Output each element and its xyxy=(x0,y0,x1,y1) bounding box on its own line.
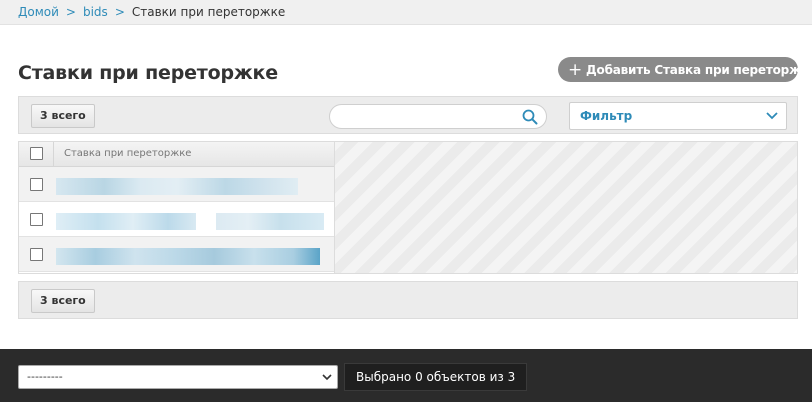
add-bid-button[interactable]: + Добавить Ставка при переторжке xyxy=(558,57,812,82)
select-all-checkbox[interactable] xyxy=(30,147,43,160)
table-row[interactable] xyxy=(19,237,334,272)
search-field[interactable] xyxy=(329,104,547,129)
row-checkbox[interactable] xyxy=(30,213,43,226)
page-title: Ставки при переторжке xyxy=(18,62,278,84)
results-table: Ставка при переторжке xyxy=(18,141,798,274)
total-count-button[interactable]: 3 всего xyxy=(31,104,95,128)
search-icon[interactable] xyxy=(522,109,538,125)
row-value-cell[interactable] xyxy=(56,202,334,236)
table-row[interactable] xyxy=(19,202,334,237)
redacted-text xyxy=(56,213,196,230)
chevron-down-icon xyxy=(322,374,332,381)
breadcrumb-home-link[interactable]: Домой xyxy=(18,5,59,19)
table-row[interactable] xyxy=(19,167,334,202)
action-select[interactable]: --------- xyxy=(18,365,338,389)
action-select-value: --------- xyxy=(27,370,63,383)
filter-dropdown[interactable]: Фильтр xyxy=(569,102,787,130)
select-all-cell xyxy=(19,142,54,166)
total-count-button[interactable]: 3 всего xyxy=(31,289,95,313)
breadcrumb-separator-icon: > xyxy=(65,5,76,19)
bottom-toolbar: 3 всего xyxy=(18,281,798,319)
row-checkbox[interactable] xyxy=(30,178,43,191)
row-value-cell[interactable] xyxy=(56,167,334,201)
plus-icon: + xyxy=(568,60,583,80)
table-header: Ставка при переторжке xyxy=(19,142,334,167)
table-body: Ставка при переторжке xyxy=(19,142,335,273)
row-value-cell[interactable] xyxy=(56,237,334,271)
redacted-text xyxy=(56,178,298,195)
row-checkbox[interactable] xyxy=(30,248,43,261)
filter-dropdown-label: Фильтр xyxy=(580,109,633,123)
add-bid-button-label: Добавить Ставка при переторжке xyxy=(586,63,812,77)
column-header-bid[interactable]: Ставка при переторжке xyxy=(64,142,191,166)
breadcrumb-separator-icon: > xyxy=(114,5,125,19)
action-bar: --------- Выбрано 0 объектов из 3 xyxy=(0,349,812,402)
chevron-down-icon xyxy=(766,112,778,120)
breadcrumb-current: Ставки при переторжке xyxy=(131,5,286,19)
selected-count-label: Выбрано 0 объектов из 3 xyxy=(344,363,528,391)
search-input[interactable] xyxy=(340,105,520,127)
breadcrumb: Домой > bids > Ставки при переторжке xyxy=(0,0,812,25)
top-toolbar: 3 всего Фильтр xyxy=(18,96,798,134)
redacted-text xyxy=(56,248,320,265)
breadcrumb-bids-link[interactable]: bids xyxy=(83,5,108,19)
redacted-text xyxy=(216,213,324,230)
